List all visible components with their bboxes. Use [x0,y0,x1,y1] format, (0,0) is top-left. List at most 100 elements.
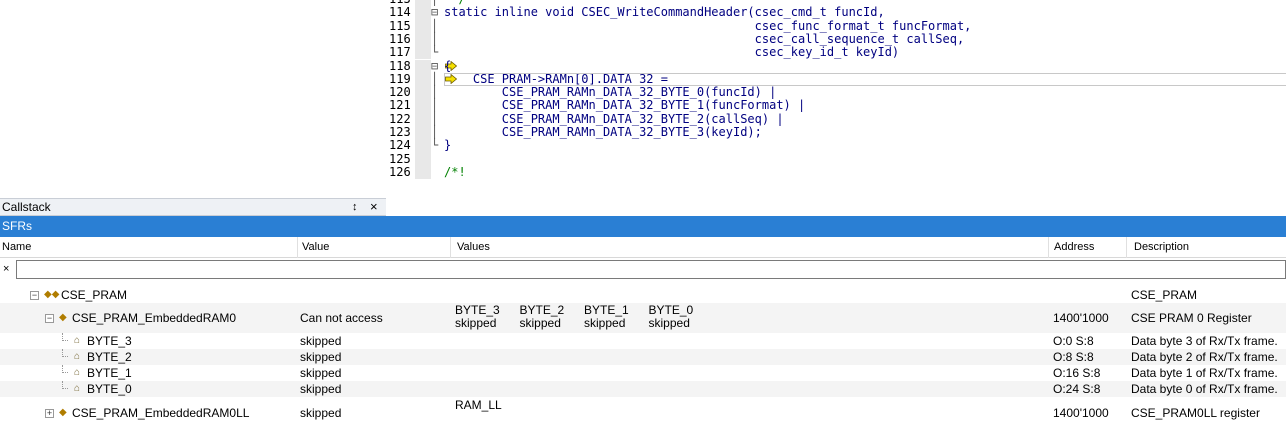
sfr-row[interactable]: ⌂ BYTE_2 skipped O:8 S:8 Data byte 2 of Rx/T… [0,349,1286,365]
sfr-description: Data byte 0 of Rx/Tx frame. [1131,382,1278,396]
code-line[interactable]: 123 │ CSE_PRAM_RAMn_DATA_32_BYTE_3(keyId)… [386,125,1286,140]
code-line[interactable]: 121 │ CSE_PRAM_RAMn_DATA_32_BYTE_1(funcFo… [386,98,1286,113]
sfr-value[interactable]: Can not access [300,311,383,325]
code-text: static inline void CSEC_WriteCommandHead… [444,5,885,20]
line-number: 120 [389,85,411,100]
code-line[interactable]: 126 /*! [386,164,1286,180]
bitfield-header: BYTE_3 [455,303,500,317]
column-header-values[interactable]: Values [451,237,1049,258]
bitfield-value[interactable]: skipped [520,317,561,329]
line-number: 118 [389,58,411,73]
code-text: { [444,58,452,73]
line-number: 116 [389,31,411,46]
bitfield-header: BYTE_2 [519,303,565,317]
sfr-row[interactable]: ⌂ BYTE_3 skipped O:0 S:8 Data byte 3 of Rx/T… [0,333,1286,349]
sfr-address: O:24 S:8 [1053,382,1101,396]
code-line[interactable]: 117 └ csec_key_id_t keyId) [386,45,1286,60]
gutter[interactable] [415,112,431,126]
code-line[interactable]: 124 └} [386,138,1286,153]
fold-marker-icon[interactable]: └ [431,45,445,59]
tree-connector [62,365,68,373]
code-line[interactable]: 118 ⊟{ [386,58,1286,73]
code-text: csec_call_sequence_t callSeq, [444,31,965,46]
bitfield-value[interactable]: skipped [649,317,690,329]
gutter[interactable] [415,165,431,180]
line-number: 126 [389,164,411,179]
sfr-name: CSE_PRAM [61,288,128,302]
fold-marker-icon[interactable]: ⊟ [431,59,445,73]
sfr-value[interactable]: skipped [300,334,341,348]
gutter[interactable] [415,6,431,20]
fold-marker-icon[interactable]: └ [431,138,445,152]
tree-connector [62,349,68,357]
sfr-value[interactable]: skipped [300,382,341,396]
column-header-value[interactable]: Value [298,237,451,258]
code-line[interactable]: 125 [386,151,1286,166]
column-header-description[interactable]: Description [1127,237,1286,258]
filter-input[interactable] [16,260,1286,279]
sfr-name: CSE_PRAM_EmbeddedRAM0LL [72,406,250,420]
code-line[interactable]: 114 ⊟ static inline void CSEC_WriteCommand… [386,5,1286,20]
fold-marker-icon[interactable]: │ [431,99,445,113]
left-pane-empty [0,0,386,198]
line-number: 121 [389,98,411,113]
fold-marker-icon[interactable]: │ [431,112,445,126]
register-icon: ◆ [59,407,67,418]
sfr-description: Data byte 2 of Rx/Tx frame. [1131,350,1278,364]
sfr-value[interactable]: skipped [300,350,341,364]
bitfield-icon: ⌂ [74,335,81,346]
bitfield-value[interactable]: skipped [584,317,625,329]
sfr-value[interactable]: skipped [300,406,341,420]
code-text: CSE_PRAM_RAMn_DATA_32_BYTE_1(funcFormat)… [444,98,806,113]
code-line[interactable]: 119 │ CSE_PRAM->RAMn[0].DATA_32 = [386,72,1286,87]
line-number: 124 [389,138,411,153]
sfr-row[interactable]: − ◆ CSE_PRAM_EmbeddedRAM0 Can not access BYT… [0,303,1286,333]
sfr-address: 1400'1000 [1053,406,1109,420]
code-text: csec_func_format_t funcFormat, [444,18,972,33]
code-line[interactable]: 116 │ csec_call_sequence_t callSeq, [386,31,1286,47]
sfr-address: O:8 S:8 [1053,350,1094,364]
gutter[interactable] [415,99,431,113]
gutter[interactable] [415,46,431,60]
sfr-row[interactable]: ⌂ BYTE_0 skipped O:24 S:8 Data byte 0 of Rx/… [0,381,1286,397]
gutter[interactable] [415,19,431,33]
bitfield-icon: ⌂ [74,351,81,362]
fold-marker-icon[interactable]: │ [431,19,445,33]
sfr-tree-rows: − ◆◆ CSE_PRAM CSE_PRAM − ◆ CSE_PRAM_EmbeddedRA… [0,286,1286,420]
code-text: } [444,138,452,153]
code-line[interactable]: 122 │ CSE_PRAM_RAMn_DATA_32_BYTE_2(callSe… [386,111,1286,126]
callstack-title: Callstack [2,200,51,214]
gutter[interactable] [415,126,431,140]
pin-dropdown-icon[interactable]: ↕ [352,199,358,215]
gutter[interactable] [415,139,431,153]
collapse-icon[interactable]: − [30,291,39,300]
sfr-row[interactable]: ⌂ BYTE_1 skipped O:16 S:8 Data byte 1 of Rx/… [0,365,1286,381]
code-text: /*! [444,164,466,179]
gutter[interactable] [415,152,431,166]
collapse-icon[interactable]: − [45,314,54,323]
expand-icon[interactable]: + [45,409,54,418]
bitfield-value[interactable]: skipped [455,317,496,329]
gutter[interactable] [415,32,431,47]
gutter[interactable] [415,86,431,100]
sfr-row[interactable]: − ◆◆ CSE_PRAM CSE_PRAM [0,286,1286,303]
sfr-name: BYTE_3 [87,334,132,348]
sfr-value[interactable]: skipped [300,366,341,380]
code-editor[interactable]: 113│ */114⊟static inline void CSEC_Write… [386,0,1286,216]
column-header-name[interactable]: Name [0,237,298,258]
gutter[interactable] [415,72,457,87]
fold-marker-icon[interactable]: ⊟ [431,5,445,19]
line-number: 115 [389,18,411,33]
code-line[interactable]: 120 │ CSE_PRAM_RAMn_DATA_32_BYTE_0(funcId… [386,85,1286,100]
column-header-address[interactable]: Address [1049,237,1127,258]
line-number: 122 [389,111,411,126]
register-icon: ◆◆ [44,289,60,300]
code-line[interactable]: 115 │ csec_func_format_t funcFormat, [386,18,1286,33]
clear-filter-icon[interactable]: × [3,263,9,275]
sfr-description: Data byte 1 of Rx/Tx frame. [1131,366,1278,380]
line-number: 125 [389,151,411,166]
sfr-row[interactable]: + ◆ CSE_PRAM_EmbeddedRAM0LL skipped RAM_LL 14… [0,398,1286,428]
sfr-address: O:0 S:8 [1053,334,1094,348]
close-icon[interactable]: × [370,199,378,215]
gutter[interactable] [415,59,457,73]
